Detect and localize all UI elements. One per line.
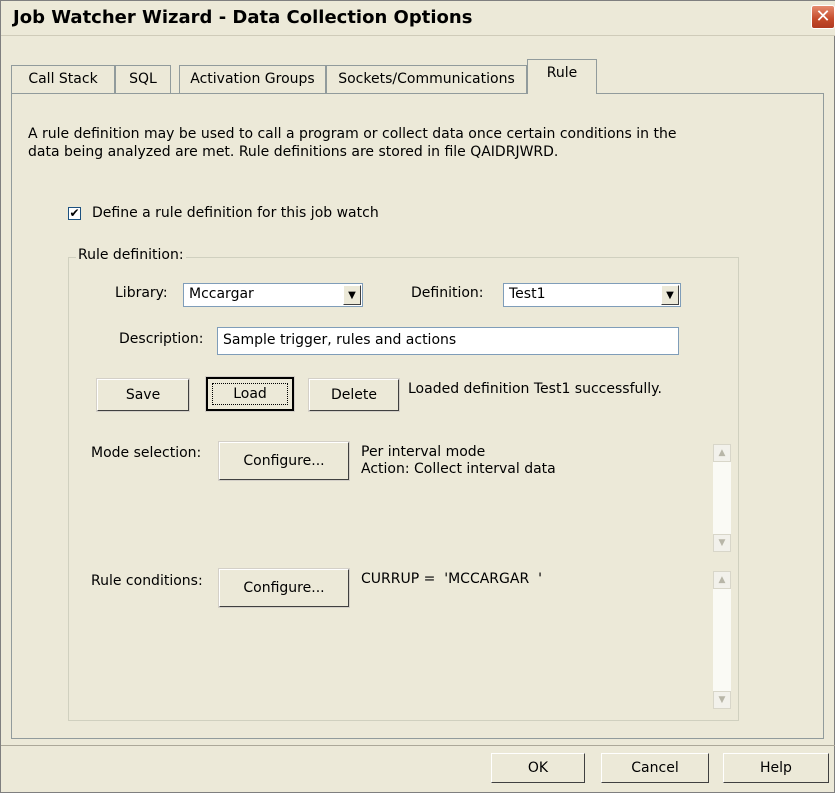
- define-rule-checkbox[interactable]: ✔: [68, 207, 81, 220]
- load-button[interactable]: Load: [205, 376, 295, 412]
- tab-label: SQL: [129, 71, 157, 87]
- delete-button[interactable]: Delete: [308, 378, 400, 412]
- intro-text: A rule definition may be used to call a …: [28, 125, 758, 161]
- delete-button-label: Delete: [331, 387, 377, 403]
- cancel-button-label: Cancel: [631, 760, 679, 776]
- conditions-scrollbar[interactable]: ▲ ▼: [713, 571, 731, 709]
- tab-sockets-communications[interactable]: Sockets/Communications: [326, 65, 527, 93]
- tab-call-stack[interactable]: Call Stack: [11, 65, 115, 93]
- ok-button[interactable]: OK: [491, 753, 585, 783]
- load-button-label: Load: [208, 379, 292, 409]
- help-button-label: Help: [760, 760, 792, 776]
- scroll-down-icon[interactable]: ▼: [713, 534, 731, 552]
- definition-value: Test1: [509, 286, 546, 302]
- scroll-up-icon[interactable]: ▲: [713, 571, 731, 589]
- footer-separator: [1, 745, 835, 746]
- chevron-down-icon[interactable]: ▼: [343, 285, 361, 305]
- mode-configure-button[interactable]: Configure...: [218, 441, 350, 481]
- tab-activation-groups[interactable]: Activation Groups: [179, 65, 326, 93]
- tab-label: Rule: [546, 65, 578, 81]
- definition-label: Definition:: [411, 285, 484, 301]
- title-bar: Job Watcher Wizard - Data Collection Opt…: [1, 1, 835, 36]
- close-icon[interactable]: ✕: [815, 6, 830, 27]
- save-button-label: Save: [125, 387, 161, 403]
- conditions-configure-label: Configure...: [243, 580, 325, 596]
- save-button[interactable]: Save: [96, 378, 190, 412]
- definition-combobox[interactable]: Test1 ▼: [503, 283, 681, 307]
- close-button[interactable]: ✕: [811, 5, 835, 29]
- scroll-down-icon[interactable]: ▼: [713, 691, 731, 709]
- checkmark-icon: ✔: [69, 206, 80, 220]
- tab-rule[interactable]: Rule: [527, 59, 597, 94]
- rule-conditions-label: Rule conditions:: [91, 573, 203, 589]
- tab-sql[interactable]: SQL: [115, 65, 171, 93]
- conditions-configure-button[interactable]: Configure...: [218, 568, 350, 608]
- ok-button-label: OK: [527, 760, 549, 776]
- mode-summary-line-1: Per interval mode: [361, 444, 486, 460]
- rule-definition-legend: Rule definition:: [76, 247, 186, 263]
- description-field[interactable]: Sample trigger, rules and actions: [217, 327, 679, 355]
- description-label: Description:: [119, 331, 204, 347]
- tab-label: Sockets/Communications: [338, 71, 515, 87]
- define-rule-label[interactable]: Define a rule definition for this job wa…: [92, 205, 379, 221]
- wizard-window: Job Watcher Wizard - Data Collection Opt…: [0, 0, 835, 793]
- library-label: Library:: [115, 285, 168, 301]
- library-combobox[interactable]: Mccargar ▼: [183, 283, 363, 307]
- mode-summary: Per interval mode Action: Collect interv…: [361, 444, 556, 478]
- mode-configure-label: Configure...: [243, 453, 325, 469]
- library-value: Mccargar: [189, 286, 254, 302]
- cancel-button[interactable]: Cancel: [601, 753, 709, 783]
- help-button[interactable]: Help: [723, 753, 829, 783]
- chevron-down-icon[interactable]: ▼: [661, 285, 679, 305]
- mode-summary-line-2: Action: Collect interval data: [361, 461, 556, 477]
- rule-conditions-text: CURRUP = 'MCCARGAR ': [361, 571, 542, 587]
- description-value: Sample trigger, rules and actions: [223, 332, 457, 348]
- window-title: Job Watcher Wizard - Data Collection Opt…: [13, 7, 473, 28]
- status-message: Loaded definition Test1 successfully.: [408, 381, 662, 397]
- intro-line-2: data being analyzed are met. Rule defini…: [28, 144, 559, 160]
- mode-selection-label: Mode selection:: [91, 445, 202, 461]
- intro-line-1: A rule definition may be used to call a …: [28, 126, 677, 142]
- mode-summary-scrollbar[interactable]: ▲ ▼: [713, 444, 731, 552]
- tab-label: Call Stack: [28, 71, 98, 87]
- scroll-up-icon[interactable]: ▲: [713, 444, 731, 462]
- tab-label: Activation Groups: [190, 71, 315, 87]
